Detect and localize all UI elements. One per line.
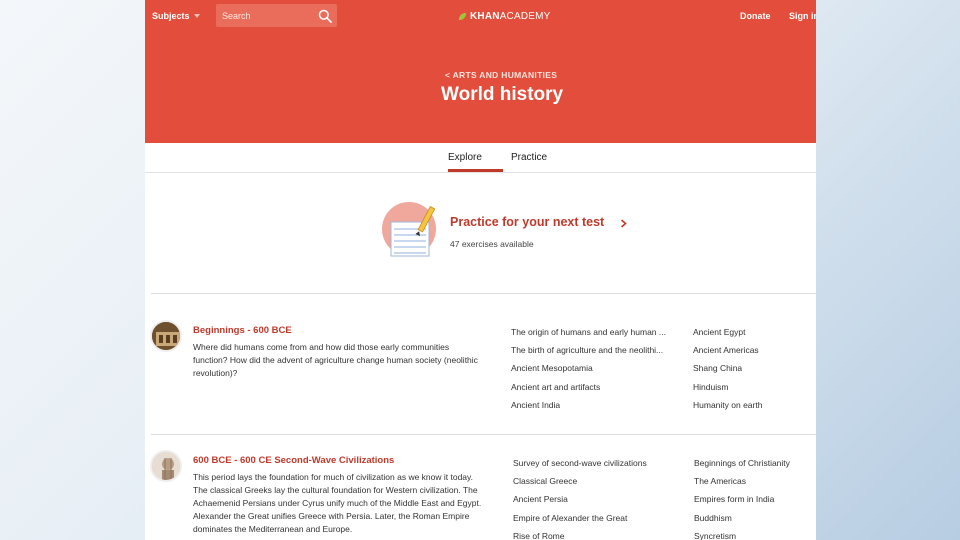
topic-link[interactable]: The origin of humans and early human ... (511, 326, 666, 344)
topic-header: Subjects KHANACADEMY Donate Sign in < AR… (145, 0, 816, 143)
tab-explore[interactable]: Explore (448, 152, 482, 163)
topic-link[interactable]: Ancient Egypt (693, 326, 762, 344)
chevron-right-icon[interactable] (620, 219, 627, 228)
topic-link[interactable]: Shang China (693, 362, 762, 380)
subjects-label: Subjects (152, 11, 190, 21)
topic-link[interactable]: Ancient art and artifacts (511, 381, 666, 399)
breadcrumb[interactable]: < ARTS AND HUMANITIES (445, 70, 557, 80)
topic-link[interactable]: Syncretism (694, 530, 790, 540)
topic-link[interactable]: Classical Greece (513, 475, 647, 493)
topic-link[interactable]: The birth of agriculture and the neolith… (511, 344, 666, 362)
sign-in-link[interactable]: Sign in (789, 11, 816, 21)
section-thumbnail[interactable] (150, 320, 182, 352)
khan-academy-logo[interactable]: KHANACADEMY (458, 11, 551, 22)
artifact-image-icon (152, 322, 180, 350)
topic-link[interactable]: Ancient Mesopotamia (511, 362, 666, 380)
topic-link[interactable]: Beginnings of Christianity (694, 457, 790, 475)
subjects-menu[interactable]: Subjects (152, 11, 200, 21)
leaf-icon (458, 12, 467, 21)
topic-link[interactable]: Buddhism (694, 512, 790, 530)
topic-link[interactable]: Ancient Persia (513, 493, 647, 511)
practice-test-icon (382, 202, 436, 257)
tab-practice[interactable]: Practice (511, 152, 547, 163)
khan-academy-page: Subjects KHANACADEMY Donate Sign in < AR… (145, 0, 816, 540)
topic-list-right: Ancient Egypt Ancient Americas Shang Chi… (693, 326, 762, 417)
active-tab-indicator (448, 169, 503, 172)
topic-link[interactable]: Humanity on earth (693, 399, 762, 417)
topic-link[interactable]: The Americas (694, 475, 790, 493)
search-input[interactable] (222, 9, 312, 23)
section-divider (151, 293, 816, 294)
topic-link[interactable]: Ancient India (511, 399, 666, 417)
practice-link[interactable]: Practice for your next test (450, 215, 604, 229)
section-description: Where did humans come from and how did t… (193, 342, 478, 378)
chevron-down-icon (193, 14, 200, 18)
exercise-count: 47 exercises available (450, 239, 534, 249)
topic-link[interactable]: Survey of second-wave civilizations (513, 457, 647, 475)
logo-academy: ACADEMY (499, 11, 551, 22)
topic-link[interactable]: Hinduism (693, 381, 762, 399)
section-thumbnail[interactable] (150, 450, 182, 482)
section-title[interactable]: Beginnings - 600 BCE (193, 325, 292, 336)
donate-link[interactable]: Donate (740, 11, 771, 21)
topic-link[interactable]: Ancient Americas (693, 344, 762, 362)
topic-link[interactable]: Rise of Rome (513, 530, 647, 540)
page-title: World history (441, 84, 564, 105)
topic-list-right: Beginnings of Christianity The Americas … (694, 457, 790, 540)
tab-bar: Explore Practice (145, 143, 816, 173)
section-description: This period lays the foundation for much… (193, 472, 482, 534)
search-box[interactable] (216, 4, 337, 27)
topic-link[interactable]: Empire of Alexander the Great (513, 512, 647, 530)
search-icon[interactable] (318, 9, 332, 23)
section-title[interactable]: 600 BCE - 600 CE Second-Wave Civilizatio… (193, 455, 394, 466)
section-divider (151, 434, 816, 435)
statue-image-icon (152, 452, 180, 480)
logo-khan: KHAN (470, 11, 500, 22)
topic-link[interactable]: Empires form in India (694, 493, 790, 511)
topic-list-left: The origin of humans and early human ...… (511, 326, 666, 417)
topic-list-left: Survey of second-wave civilizations Clas… (513, 457, 647, 540)
